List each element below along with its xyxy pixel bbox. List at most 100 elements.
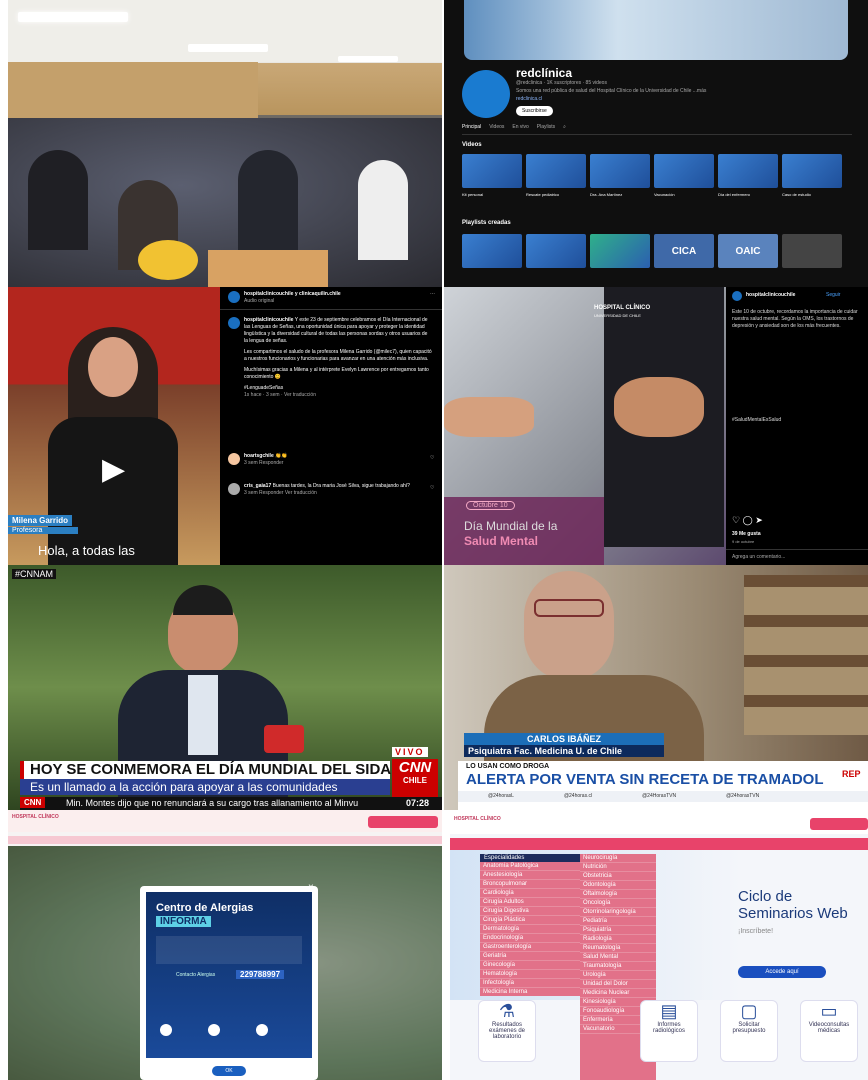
- post-account[interactable]: hospitalclinicouchile y clinicaquilin.ch…: [244, 291, 341, 298]
- channel-avatar[interactable]: [462, 70, 510, 118]
- playlist-thumbnail[interactable]: [462, 234, 522, 268]
- modal-ok-button[interactable]: OK: [212, 1066, 246, 1076]
- video-thumbnail[interactable]: [526, 154, 586, 188]
- menu-item[interactable]: Dermatología: [480, 925, 580, 934]
- menu-item[interactable]: Infectología: [480, 979, 580, 988]
- playlist-thumbnail[interactable]: [526, 234, 586, 268]
- menu-item[interactable]: Unidad del Dolor: [580, 980, 656, 989]
- menu-item[interactable]: Odontología: [580, 881, 656, 890]
- menu-item[interactable]: Hematología: [480, 970, 580, 979]
- video-title[interactable]: Día del enfermero: [718, 192, 750, 197]
- post-user[interactable]: hospitalclinicouchile: [746, 292, 795, 299]
- service-card[interactable]: ⚗ Resultados exámenes de laboratorio: [478, 1000, 536, 1062]
- avatar[interactable]: [228, 453, 240, 465]
- playlist-thumbnail[interactable]: [782, 234, 842, 268]
- reel-video[interactable]: ▶ Milena Garrido Profesora Hola, a todas…: [8, 287, 220, 565]
- playlist-thumbnail[interactable]: CICA: [654, 234, 714, 268]
- comment-icon[interactable]: ◯: [743, 515, 753, 525]
- service-card[interactable]: ▢ Solicitar presupuesto: [720, 1000, 778, 1062]
- video-title[interactable]: Kit personal: [462, 192, 483, 197]
- channel-handle: @redclinica · 1K suscriptores · 85 video…: [516, 80, 607, 86]
- service-card[interactable]: ▭ Videoconsultas médicas: [800, 1000, 858, 1062]
- menu-item[interactable]: Endocrinología: [480, 934, 580, 943]
- post-hashtag[interactable]: #SaludMentalEsSalud: [732, 417, 781, 424]
- site-logo[interactable]: HOSPITAL CLÍNICO: [12, 814, 59, 820]
- post-audio[interactable]: Audio original: [244, 298, 274, 305]
- avatar[interactable]: [228, 317, 240, 329]
- header-action-button[interactable]: [810, 818, 868, 830]
- play-icon[interactable]: ▶: [102, 452, 125, 487]
- menu-item[interactable]: Nutrición: [580, 863, 656, 872]
- service-card[interactable]: ▤ Informes radiológicos: [640, 1000, 698, 1062]
- caption-meta: 1s hace · 3 sem · Ver traducción: [244, 392, 316, 398]
- menu-item[interactable]: Medicina Nuclear: [580, 989, 656, 998]
- menu-item[interactable]: Salud Mental: [580, 953, 656, 962]
- caption-hashtag[interactable]: #LenguadeSeñas: [244, 385, 432, 392]
- menu-item[interactable]: Traumatología: [580, 962, 656, 971]
- comment-meta[interactable]: 3 sem Responder: [244, 460, 424, 467]
- video-title[interactable]: Caso de estudio: [782, 192, 811, 197]
- more-icon[interactable]: ⋯: [430, 291, 435, 298]
- tab-videos[interactable]: Videos: [489, 124, 504, 130]
- card-label: Informes radiológicos: [652, 1022, 686, 1034]
- menu-item[interactable]: Neurocirugía: [580, 854, 656, 863]
- menu-item[interactable]: Cirugía Digestiva: [480, 907, 580, 916]
- like-icon[interactable]: ♡: [430, 455, 434, 462]
- playlist-thumbnail[interactable]: [590, 234, 650, 268]
- menu-item[interactable]: Cirugía Plástica: [480, 916, 580, 925]
- menu-item[interactable]: Urología: [580, 971, 656, 980]
- menu-item[interactable]: Obstetricia: [580, 872, 656, 881]
- menu-item[interactable]: Reumatología: [580, 944, 656, 953]
- video-thumbnail[interactable]: [718, 154, 778, 188]
- video-title[interactable]: Rescate pediatrico: [526, 192, 559, 197]
- tab-live[interactable]: En vivo: [512, 124, 528, 130]
- like-icon[interactable]: ♡: [732, 515, 740, 525]
- channel-description[interactable]: Somos una red pública de salud del Hospi…: [516, 88, 706, 94]
- menu-item[interactable]: Otorrinolaringología: [580, 908, 656, 917]
- video-title[interactable]: Dra. Ana Martínez: [590, 192, 622, 197]
- site-logo[interactable]: HOSPITAL CLÍNICO: [454, 816, 501, 822]
- menu-item[interactable]: Gastroenterología: [480, 943, 580, 952]
- menu-item[interactable]: Psiquiatría: [580, 926, 656, 935]
- menu-item[interactable]: Pediatría: [580, 917, 656, 926]
- video-thumbnail[interactable]: [782, 154, 842, 188]
- comment-meta[interactable]: 3 sem Responder Ver traducción: [244, 490, 424, 497]
- tab-playlists[interactable]: Playlists: [537, 124, 555, 130]
- subscribe-button[interactable]: Suscribirse: [516, 106, 553, 116]
- add-comment-input[interactable]: Agrega un comentario...: [732, 554, 785, 561]
- menu-header[interactable]: Especialidades: [480, 854, 580, 862]
- playlist-thumbnail[interactable]: OAIC: [718, 234, 778, 268]
- hero-cta-button[interactable]: Accede aquí: [738, 966, 826, 978]
- avatar[interactable]: [228, 291, 240, 303]
- search-icon[interactable]: ⌕: [563, 124, 566, 130]
- caption-user[interactable]: hospitalclinicouchile: [244, 317, 293, 323]
- menu-item[interactable]: Anatomía Patológica: [480, 862, 580, 871]
- menu-item[interactable]: Radiología: [580, 935, 656, 944]
- video-title[interactable]: Vacunación: [654, 192, 675, 197]
- likes-count[interactable]: 39 Me gusta: [732, 531, 761, 538]
- close-icon[interactable]: ×: [308, 882, 314, 893]
- video-thumbnail[interactable]: [462, 154, 522, 188]
- menu-item[interactable]: Cardiología: [480, 889, 580, 898]
- menu-item[interactable]: Anestesiología: [480, 871, 580, 880]
- menu-item[interactable]: Medicina Interna: [480, 988, 580, 996]
- like-icon[interactable]: ♡: [430, 485, 434, 492]
- post-image[interactable]: HOSPITAL CLÍNICO UNIVERSIDAD DE CHILE Oc…: [444, 287, 726, 565]
- comment-user[interactable]: hoartsgchile: [244, 453, 274, 459]
- follow-button[interactable]: Seguir: [826, 292, 840, 299]
- menu-item[interactable]: Broncopulmonar: [480, 880, 580, 889]
- share-icon[interactable]: ➤: [755, 515, 763, 525]
- header-action-button[interactable]: [368, 816, 438, 828]
- video-thumbnail[interactable]: [590, 154, 650, 188]
- menu-item[interactable]: Cirugía Adultos: [480, 898, 580, 907]
- channel-link[interactable]: redclinica.cl: [516, 96, 542, 102]
- avatar[interactable]: [228, 483, 240, 495]
- avatar[interactable]: [732, 291, 742, 301]
- tab-home[interactable]: Principal: [462, 124, 481, 130]
- video-thumbnail[interactable]: [654, 154, 714, 188]
- comment-user[interactable]: cris_gaia17: [244, 483, 271, 489]
- menu-item[interactable]: Oncología: [580, 899, 656, 908]
- menu-item[interactable]: Oftalmología: [580, 890, 656, 899]
- menu-item[interactable]: Ginecología: [480, 961, 580, 970]
- menu-item[interactable]: Geriatría: [480, 952, 580, 961]
